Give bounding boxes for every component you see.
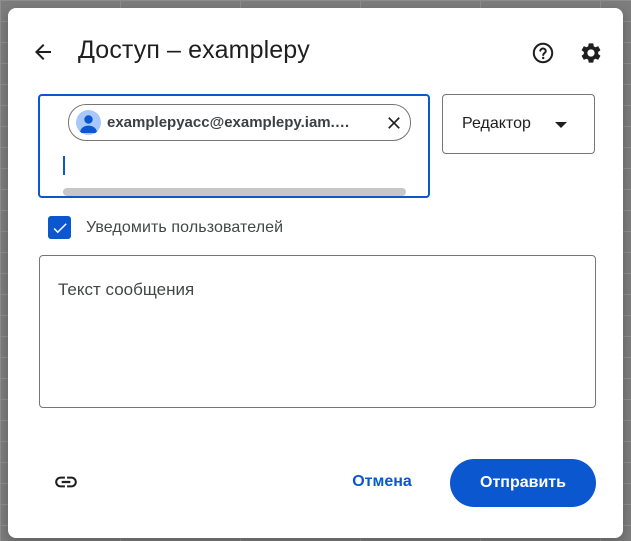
close-icon — [388, 117, 400, 129]
check-icon — [53, 222, 67, 233]
settings-button[interactable] — [571, 33, 611, 73]
person-avatar-icon — [76, 110, 101, 135]
message-placeholder: Текст сообщения — [58, 280, 195, 299]
arrow-back-icon — [35, 44, 51, 60]
notify-label: Уведомить пользователей — [86, 218, 284, 236]
cancel-button[interactable]: Отмена — [338, 460, 426, 504]
message-textarea[interactable]: Текст сообщения — [39, 255, 596, 408]
dialog-title: Доступ – examplepy — [78, 36, 310, 64]
recipients-input[interactable]: examplepyacc@examplepy.iam.… — [38, 94, 430, 198]
recipient-email: examplepyacc@examplepy.iam.… — [107, 114, 350, 131]
send-button[interactable]: Отправить — [450, 459, 596, 507]
horizontal-scrollbar[interactable] — [63, 188, 406, 196]
role-selected-value: Редактор — [462, 115, 531, 132]
notify-option: Уведомить пользователей — [48, 216, 283, 239]
help-button[interactable] — [523, 33, 563, 73]
gear-icon — [581, 43, 601, 63]
link-icon — [55, 476, 77, 488]
share-dialog: Доступ – examplepy examplepyacc@examplep… — [8, 8, 623, 538]
remove-recipient-button[interactable] — [382, 111, 406, 135]
notify-checkbox[interactable] — [48, 216, 71, 239]
recipient-chip[interactable]: examplepyacc@examplepy.iam.… — [68, 104, 411, 141]
text-cursor — [63, 156, 65, 175]
caret-down-icon — [555, 122, 567, 128]
copy-link-button[interactable] — [46, 462, 86, 502]
back-button[interactable] — [23, 32, 63, 72]
role-dropdown[interactable]: Редактор — [442, 94, 595, 154]
help-circle-icon — [532, 42, 554, 64]
